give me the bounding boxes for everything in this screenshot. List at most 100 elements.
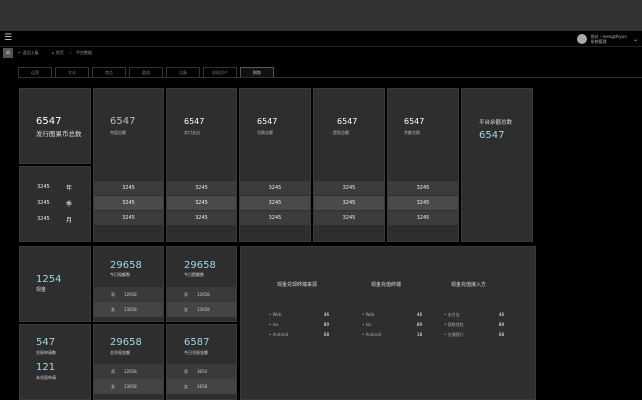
- tab-ops[interactable]: 运营: [18, 67, 52, 77]
- list-item: • 银联钱包 89: [444, 322, 504, 327]
- stat-row-female: 女 13658: [94, 302, 163, 317]
- source-list: • Web 46 • Ios 89 • Android 68: [269, 312, 331, 342]
- user-role: 系统管理: [590, 39, 607, 44]
- period-quarter-unit: 季: [66, 201, 73, 208]
- stat-today-withdraw: 29658 今日提额数 男 12658 女 13658: [166, 246, 237, 322]
- column-row: 3245: [388, 196, 458, 210]
- stat-row-female: 女 2658: [167, 379, 236, 394]
- column-label: 实付支出: [184, 130, 200, 135]
- breadcrumb-home[interactable]: ⌂ 首页: [52, 50, 64, 56]
- column-row: 3245: [167, 196, 236, 210]
- source-title: 现金充值终端: [371, 282, 402, 288]
- tab-virtual-assets[interactable]: 虚拟资产: [203, 67, 237, 77]
- column-row: 3245: [94, 211, 163, 225]
- stat-value: 6587: [184, 337, 210, 348]
- column-label: 提现总额: [333, 130, 349, 135]
- issued-value: 6547: [36, 116, 62, 127]
- unredeemed-label: 未兑现申请: [36, 375, 56, 380]
- cash-panel: 1254 现金: [19, 246, 91, 322]
- stat-label: 今日现额数: [110, 272, 130, 277]
- top-bar: [0, 0, 642, 31]
- source-list: • Web 46 • Ios 89 • Android 18: [362, 312, 424, 342]
- source-title: 现金充值接入方: [451, 282, 487, 288]
- stat-today-redeem: 6587 今日兑现金额 男 3654 女 2658: [166, 324, 237, 400]
- column-withdraw: 6547 提现总额 3245 3245 3245: [313, 88, 385, 242]
- nav-bar: ☰ 测试 · mengzhiyun 系统管理 ⌄: [0, 31, 642, 47]
- list-item: • Ios 89: [362, 322, 422, 327]
- column-label: 余额兑换: [404, 130, 420, 135]
- tab-finance[interactable]: 财务: [240, 67, 274, 77]
- period-quarter-value: 3245: [37, 200, 50, 206]
- column-row: 3245: [94, 181, 163, 195]
- list-item: • 支付宝 46: [444, 312, 504, 317]
- list-item: • Web 46: [269, 312, 329, 317]
- sources-panel: 现金兑现终端来源 现金充值终端 现金充值接入方 • Web 46 • Ios 89 …: [240, 246, 536, 400]
- column-row: 3245: [167, 181, 236, 195]
- column-recharge: 6547 充值总额 3245 3245 3245: [93, 88, 164, 242]
- tab-culture[interactable]: 文化: [55, 67, 89, 77]
- stat-total-redeem: 29658 总兑现金额 男 12658 女 13658: [93, 324, 164, 400]
- platform-panel: 平台余额总数 6547: [461, 88, 533, 242]
- stat-row-male: 男 12658: [94, 364, 163, 379]
- platform-value: 6547: [479, 130, 505, 141]
- cash-label: 现金: [36, 287, 47, 293]
- column-value: 6547: [257, 117, 278, 126]
- period-panel: 3245 年 3245 季 3245 月: [19, 166, 91, 242]
- stat-today-cash: 29658 今日现额数 男 12658 女 13658: [93, 246, 164, 322]
- stat-row-male: 男 3654: [167, 364, 236, 379]
- tab-device[interactable]: 设备: [166, 67, 200, 77]
- column-balance-exchange: 6547 余额兑换 3245 3245 3245: [387, 88, 459, 242]
- column-exchange: 6547 兑换总额 3245 3245 3245: [239, 88, 311, 242]
- list-item: • Ios 89: [269, 322, 329, 327]
- column-row: 3245: [240, 211, 310, 225]
- stat-value: 29658: [110, 260, 142, 271]
- column-row: 3245: [167, 211, 236, 225]
- column-row: 3245: [388, 181, 458, 195]
- source-list: • 支付宝 46 • 银联钱包 89 • 交通银行 68: [444, 312, 506, 342]
- column-label: 兑换总额: [257, 130, 273, 135]
- breadcrumb: ⌂ ↩ 返回上级 ⌂ 首页 › 平台数据: [0, 47, 642, 61]
- stat-label: 今日提额数: [184, 272, 204, 277]
- column-row: 3245: [314, 211, 384, 225]
- column-row: 3245: [314, 196, 384, 210]
- unredeemed-count: 121: [36, 362, 56, 373]
- column-value: 6547: [404, 117, 425, 126]
- tab-goods[interactable]: 商品: [92, 67, 126, 77]
- column-label: 充值总额: [110, 130, 126, 135]
- home-icon[interactable]: ⌂: [3, 48, 13, 58]
- column-row: 3245: [240, 196, 310, 210]
- avatar: [576, 34, 587, 44]
- source-title: 现金兑现终端来源: [277, 282, 318, 288]
- period-month-value: 3245: [37, 216, 50, 222]
- stat-row-male: 男 12658: [94, 287, 163, 302]
- list-item: • Android 68: [269, 332, 329, 337]
- apply-panel: 547 兑现申请数 121 未兑现申请: [19, 324, 91, 400]
- cash-value: 1254: [36, 274, 62, 285]
- stat-value: 29658: [184, 260, 216, 271]
- period-year-unit: 年: [66, 185, 73, 192]
- stat-row-male: 男 12658: [167, 287, 236, 302]
- column-row: 3245: [240, 181, 310, 195]
- column-row: 3245: [94, 196, 163, 210]
- stat-value: 29658: [110, 337, 142, 348]
- chevron-down-icon[interactable]: ⌄: [633, 36, 638, 43]
- column-row: 3245: [314, 181, 384, 195]
- list-item: • Android 18: [362, 332, 422, 337]
- period-month-unit: 月: [66, 217, 73, 224]
- stat-row-female: 女 13658: [94, 379, 163, 394]
- apply-count: 547: [36, 337, 56, 348]
- stat-row-female: 女 13658: [167, 302, 236, 317]
- tab-channel[interactable]: 渠道: [129, 67, 163, 77]
- column-payout: 6547 实付支出 3245 3245 3245: [166, 88, 237, 242]
- stat-label: 今日兑现金额: [184, 350, 208, 355]
- back-link[interactable]: ↩ 返回上级: [18, 50, 39, 56]
- apply-count-label: 兑现申请数: [36, 350, 56, 355]
- user-menu[interactable]: 测试 · mengzhiyun 系统管理 ⌄: [576, 32, 638, 46]
- column-value: 6547: [337, 117, 358, 126]
- list-item: • Web 46: [362, 312, 422, 317]
- breadcrumb-current: 平台数据: [76, 50, 92, 55]
- breadcrumb-sep: ›: [70, 50, 72, 55]
- menu-icon[interactable]: ☰: [4, 33, 12, 43]
- column-row: 3245: [388, 211, 458, 225]
- tab-bar: 运营 文化 商品 渠道 设备 虚拟资产 财务: [18, 67, 277, 77]
